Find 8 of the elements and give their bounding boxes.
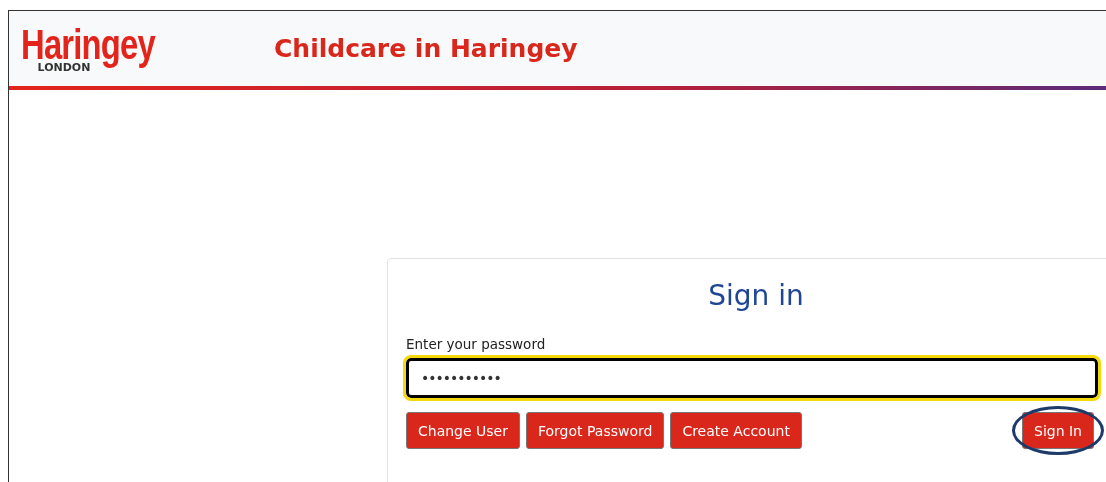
card-title: Sign in	[707, 279, 805, 312]
password-label: Enter your password	[406, 336, 546, 352]
action-button[interactable]: Forgot Password	[525, 412, 665, 449]
sign-in-button[interactable]: Sign In	[1022, 412, 1094, 449]
action-button[interactable]: Create Account	[670, 412, 802, 449]
action-button[interactable]: Change User	[406, 412, 520, 449]
password-field[interactable]: •••••••••••	[406, 358, 1098, 398]
page-title: Childcare in Haringey	[274, 34, 578, 63]
